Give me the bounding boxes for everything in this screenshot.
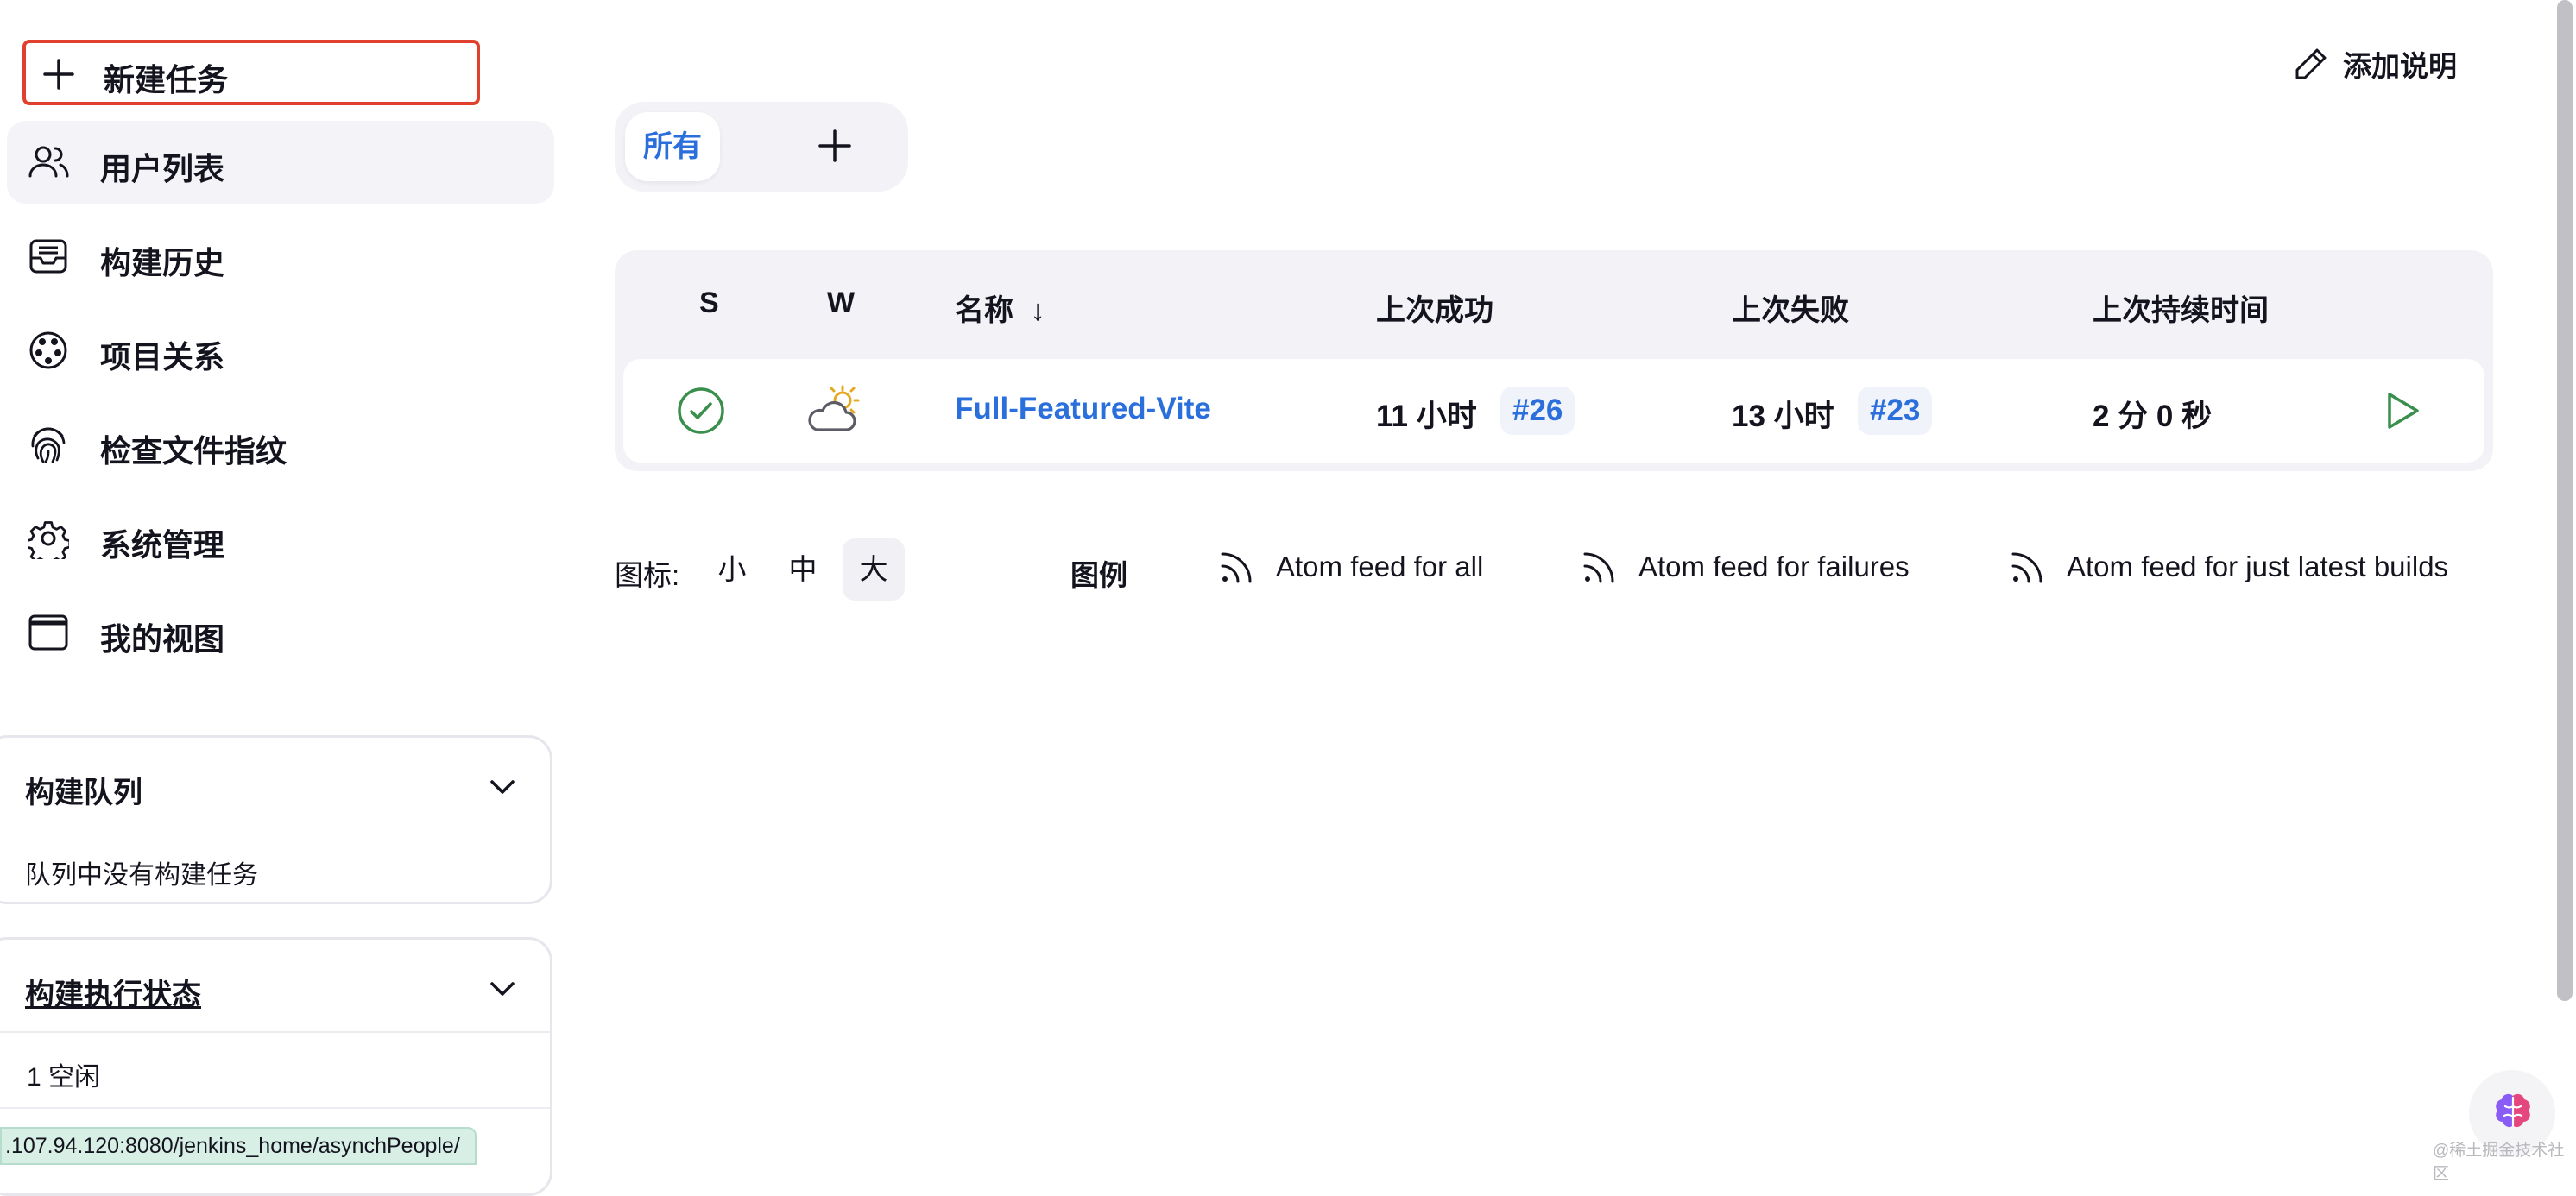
feed-failures-label: Atom feed for failures xyxy=(1638,551,1910,582)
inbox-icon xyxy=(28,236,69,277)
last-success-build-link[interactable]: #26 xyxy=(1500,387,1575,435)
feed-failures-link[interactable]: Atom feed for failures xyxy=(1582,549,1910,585)
chevron-down-icon[interactable] xyxy=(488,974,517,1004)
table-row: Full-Featured-Vite 11 小时 #26 13 小时 #23 2… xyxy=(623,359,2484,463)
plus-icon xyxy=(41,57,76,91)
executor-idle: 1 空闲 xyxy=(27,1063,101,1092)
feed-latest-link[interactable]: Atom feed for just latest builds xyxy=(2010,549,2448,585)
sidebar-item-build-history[interactable]: 构建历史 xyxy=(7,215,554,298)
feed-latest-label: Atom feed for just latest builds xyxy=(2067,551,2449,582)
divider xyxy=(0,1107,550,1109)
header-last-failure[interactable]: 上次失败 xyxy=(1732,286,1849,329)
divider xyxy=(0,1031,550,1033)
icon-size-medium[interactable]: 中 xyxy=(772,538,834,601)
brain-icon xyxy=(2491,1091,2535,1134)
feed-all-label: Atom feed for all xyxy=(1276,551,1484,582)
sidebar-item-label: 用户列表 xyxy=(100,151,225,186)
chevron-down-icon[interactable] xyxy=(488,772,517,802)
icon-size-small[interactable]: 小 xyxy=(701,538,763,601)
sidebar-item-label: 构建历史 xyxy=(100,245,225,280)
icon-size-large[interactable]: 大 xyxy=(843,538,905,601)
legend-link[interactable]: 图例 xyxy=(1070,552,1127,594)
pencil-icon xyxy=(2293,46,2329,82)
users-icon xyxy=(28,142,69,183)
new-task-label: 新建任务 xyxy=(104,62,229,98)
header-name-label: 名称 xyxy=(955,294,1013,327)
sidebar-item-my-views[interactable]: 我的视图 xyxy=(7,591,554,674)
gear-icon xyxy=(28,518,69,559)
last-failure-build-link[interactable]: #23 xyxy=(1858,387,1933,435)
last-success-time: 11 小时 xyxy=(1376,400,1477,433)
sort-arrow-icon: ↓ xyxy=(1030,294,1045,327)
weather-partly-sunny-icon xyxy=(805,385,862,435)
build-queue-title: 构建队列 xyxy=(25,777,142,809)
sidebar-item-label: 项目关系 xyxy=(100,339,225,375)
job-name-link[interactable]: Full-Featured-Vite xyxy=(955,392,1211,426)
success-check-icon xyxy=(677,387,725,435)
last-failure-time: 13 小时 xyxy=(1732,400,1834,433)
executor-status-title[interactable]: 构建执行状态 xyxy=(25,971,201,1013)
header-last-success[interactable]: 上次成功 xyxy=(1376,286,1493,329)
sidebar-item-fingerprint[interactable]: 检查文件指纹 xyxy=(7,403,554,486)
watermark: @稀土掘金技术社区 xyxy=(2433,1142,2565,1183)
tab-all[interactable]: 所有 xyxy=(625,112,720,181)
build-queue-panel: 构建队列 队列中没有构建任务 xyxy=(0,735,552,904)
feed-all-link[interactable]: Atom feed for all xyxy=(1219,549,1483,585)
fingerprint-icon xyxy=(28,424,69,465)
window-icon xyxy=(28,612,69,653)
sidebar-item-label: 系统管理 xyxy=(100,527,225,563)
vertical-scrollbar[interactable] xyxy=(2557,0,2573,1001)
sidebar-item-project-relations[interactable]: 项目关系 xyxy=(7,309,554,392)
play-build-icon[interactable] xyxy=(2381,390,2422,431)
header-weather[interactable]: W xyxy=(827,286,855,320)
header-name[interactable]: 名称 ↓ xyxy=(955,286,1045,329)
jobs-table: S W 名称 ↓ 上次成功 上次失败 上次持续时间 Full-Featured-… xyxy=(615,250,2493,471)
view-tabs: 所有 xyxy=(615,102,908,192)
sidebar-item-system-admin[interactable]: 系统管理 xyxy=(7,497,554,580)
header-status[interactable]: S xyxy=(699,286,719,320)
add-description-label: 添加说明 xyxy=(2343,50,2457,82)
rss-icon xyxy=(1219,549,1255,585)
sidebar-item-label: 我的视图 xyxy=(100,621,225,657)
rss-icon xyxy=(1582,549,1618,585)
build-queue-empty: 队列中没有构建任务 xyxy=(25,861,258,890)
add-view-icon[interactable] xyxy=(817,128,853,164)
sidebar-item-label: 检查文件指纹 xyxy=(100,433,287,469)
new-task-button[interactable]: 新建任务 xyxy=(22,40,480,105)
header-last-duration[interactable]: 上次持续时间 xyxy=(2093,286,2269,329)
relations-icon xyxy=(28,330,69,371)
status-bar-url: .107.94.120:8080/jenkins_home/asynchPeop… xyxy=(0,1127,477,1165)
icon-size-label: 图标: xyxy=(615,559,680,591)
last-duration: 2 分 0 秒 xyxy=(2093,400,2213,433)
add-description-button[interactable]: 添加说明 xyxy=(2293,43,2457,85)
sidebar-item-users[interactable]: 用户列表 xyxy=(7,121,554,204)
rss-icon xyxy=(2010,549,2046,585)
